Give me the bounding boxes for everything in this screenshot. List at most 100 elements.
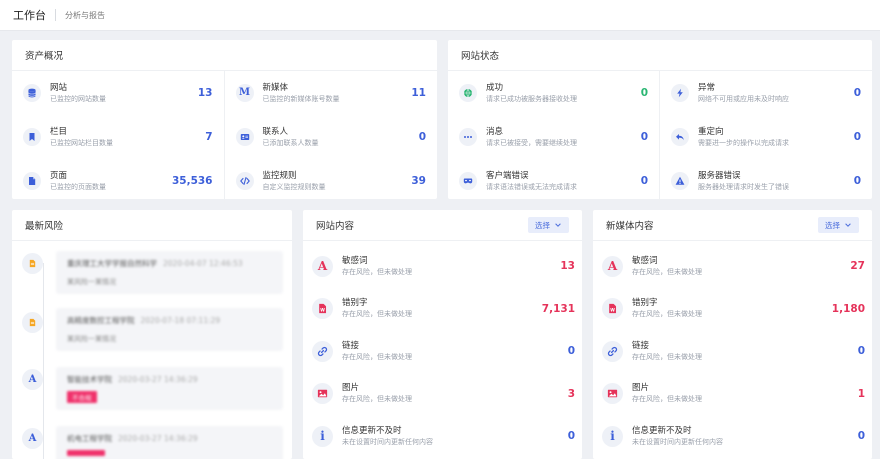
card-title: 网站状态 [461, 51, 500, 62]
item-value: 0 [567, 345, 575, 358]
asset-item-website[interactable]: 网站 已监控的网站数量 13 [12, 71, 225, 115]
item-desc: 存在风险，但未做处理 [632, 395, 702, 404]
item-name: 错别字 [342, 298, 368, 309]
risk-sub: 某风险一某情况 [67, 335, 116, 343]
item-name: 联系人 [262, 126, 289, 137]
media-item-outdated[interactable]: i 信息更新不及时 未在设置时间内更新任何内容 0 [593, 415, 872, 458]
item-desc: 请求已成功被服务器接收处理 [486, 94, 577, 103]
info-icon: i [312, 425, 333, 447]
globe-icon [459, 84, 477, 102]
risk-time: 2020-07-18 07:11:29 [140, 316, 221, 325]
database-icon [23, 84, 41, 102]
asset-item-pages[interactable]: 页面 已监控的页面数量 35,536 [12, 159, 225, 203]
media-item-images[interactable]: 图片 存在风险，但未做处理 1 [593, 373, 872, 416]
item-desc: 存在风险，但未做处理 [342, 395, 412, 404]
item-value: 3 [567, 387, 575, 400]
item-value: 13 [560, 260, 575, 273]
item-value: 35,536 [171, 175, 213, 187]
mask-icon [459, 172, 477, 190]
item-desc: 服务器处理请求时发生了错误 [698, 182, 789, 191]
svg-text:W: W [610, 308, 615, 313]
content-item-sensitive-words[interactable]: A 敏感词 存在风险，但未做处理 13 [303, 245, 582, 288]
status-item-client-error[interactable]: 客户端错误 请求语法错误或无法完成请求 0 [448, 159, 660, 203]
status-item-redirect[interactable]: 重定向 需要进一步的操作以完成请求 0 [660, 115, 872, 159]
item-name: 服务器错误 [698, 170, 741, 181]
risk-item[interactable]: 机电工程学院 2020-03-27 14:36:29 [56, 426, 283, 459]
risk-item[interactable]: 智能技术学院 2020-03-27 14:36:29 不合规 [56, 367, 283, 410]
item-name: 重定向 [698, 126, 724, 137]
select-label: 选择 [825, 220, 840, 230]
risk-time: 2020-03-27 14:36:29 [118, 375, 198, 384]
document-icon [22, 312, 43, 333]
risk-title: 重庆理工大学学报自然科学 [67, 259, 157, 268]
status-item-exception[interactable]: 异常 网络不可用或应用未及时响应 0 [660, 71, 872, 115]
item-value: 39 [411, 175, 426, 187]
asset-item-column[interactable]: 栏目 已监控网站栏目数量 7 [12, 115, 225, 159]
item-value: 27 [850, 260, 865, 273]
media-content-card: 新媒体内容 选择 A 敏感词 存在风险，但未做处理 27 W 错别字 存在风险，但未… [593, 210, 872, 459]
item-value: 0 [857, 430, 865, 443]
image-icon [602, 383, 623, 405]
item-name: 敏感词 [342, 255, 368, 266]
asset-overview-card: 资产概况 网站 已监控的网站数量 13 M 新媒体 已监控的新媒体账号数量 11 栏… [12, 40, 438, 203]
svg-text:W: W [320, 308, 325, 313]
select-dropdown[interactable]: 选择 [528, 217, 569, 233]
item-value: 13 [197, 87, 213, 99]
content-item-outdated[interactable]: i 信息更新不及时 未在设置时间内更新任何内容 0 [303, 415, 582, 458]
item-desc: 存在风险，但未做处理 [632, 310, 702, 319]
risk-title: 智能技术学院 [67, 375, 112, 384]
asset-item-contacts[interactable]: 联系人 已添加联系人数量 0 [225, 115, 438, 159]
risk-tag [67, 450, 105, 456]
media-item-sensitive-words[interactable]: A 敏感词 存在风险，但未做处理 27 [593, 245, 872, 288]
item-desc: 存在风险，但未做处理 [632, 352, 702, 361]
item-value: 0 [853, 131, 861, 143]
card-title: 新媒体内容 [606, 221, 654, 232]
media-item-links[interactable]: 链接 存在风险，但未做处理 0 [593, 330, 872, 373]
card-title: 网站内容 [316, 221, 355, 232]
item-name: 栏目 [50, 126, 68, 137]
bolt-icon [671, 84, 689, 102]
item-desc: 未在设置时间内更新任何内容 [632, 437, 723, 446]
content-item-links[interactable]: 链接 存在风险，但未做处理 0 [303, 330, 582, 373]
font-a-icon: A [22, 428, 43, 449]
select-dropdown[interactable]: 选择 [818, 217, 859, 233]
status-item-message[interactable]: 消息 请求已被接受，需要继续处理 0 [448, 115, 660, 159]
item-desc: 已监控网站栏目数量 [50, 138, 113, 147]
top-bar: 工作台 分析与报告 [0, 0, 880, 31]
asset-item-monitor-rules[interactable]: 监控规则 自定义监控规则数量 39 [225, 159, 438, 203]
item-desc: 自定义监控规则数量 [262, 182, 326, 191]
link-icon [602, 340, 623, 362]
media-m-icon: M [235, 84, 254, 102]
item-desc: 需要进一步的操作以完成请求 [698, 138, 789, 147]
item-value: 7 [205, 131, 213, 143]
status-item-success[interactable]: 成功 请求已成功被服务器接收处理 0 [448, 71, 660, 115]
item-desc: 请求语法错误或无法完成请求 [486, 182, 577, 191]
item-name: 成功 [486, 82, 504, 93]
contact-card-icon [235, 128, 254, 146]
site-content-card: 网站内容 选择 A 敏感词 存在风险，但未做处理 13 W 错别字 存在风险，但未做… [303, 210, 582, 459]
status-item-server-error[interactable]: 服务器错误 服务器处理请求时发生了错误 0 [660, 159, 872, 203]
media-item-typos[interactable]: W 错别字 存在风险，但未做处理 1,180 [593, 288, 872, 331]
content-item-images[interactable]: 图片 存在风险，但未做处理 3 [303, 373, 582, 416]
asset-item-new-media[interactable]: M 新媒体 已监控的新媒体账号数量 11 [225, 71, 438, 115]
risk-item[interactable]: 重庆理工大学学报自然科学 2020-04-07 12:46:53 某风险一某情况 [56, 251, 283, 294]
tab-analysis-report[interactable]: 分析与报告 [65, 10, 105, 21]
card-title: 资产概况 [25, 51, 64, 62]
risk-item[interactable]: 高精度数控工程学院 2020-07-18 07:11:29 某风险一某情况 [56, 308, 283, 351]
ellipsis-icon [459, 128, 477, 146]
item-name: 信息更新不及时 [632, 425, 692, 436]
item-value: 0 [853, 87, 861, 99]
item-name: 图片 [342, 383, 360, 394]
font-a-icon: A [22, 369, 43, 390]
code-icon [235, 172, 254, 190]
word-file-icon: W [602, 298, 623, 320]
image-icon [312, 383, 333, 405]
item-value: 0 [640, 175, 648, 187]
item-name: 错别字 [632, 298, 658, 309]
page-title: 工作台 [13, 9, 46, 22]
item-name: 异常 [698, 82, 716, 93]
font-a-icon: A [312, 255, 333, 277]
content-item-typos[interactable]: W 错别字 存在风险，但未做处理 7,131 [303, 288, 582, 331]
item-value: 11 [411, 87, 426, 99]
item-name: 消息 [486, 126, 504, 137]
